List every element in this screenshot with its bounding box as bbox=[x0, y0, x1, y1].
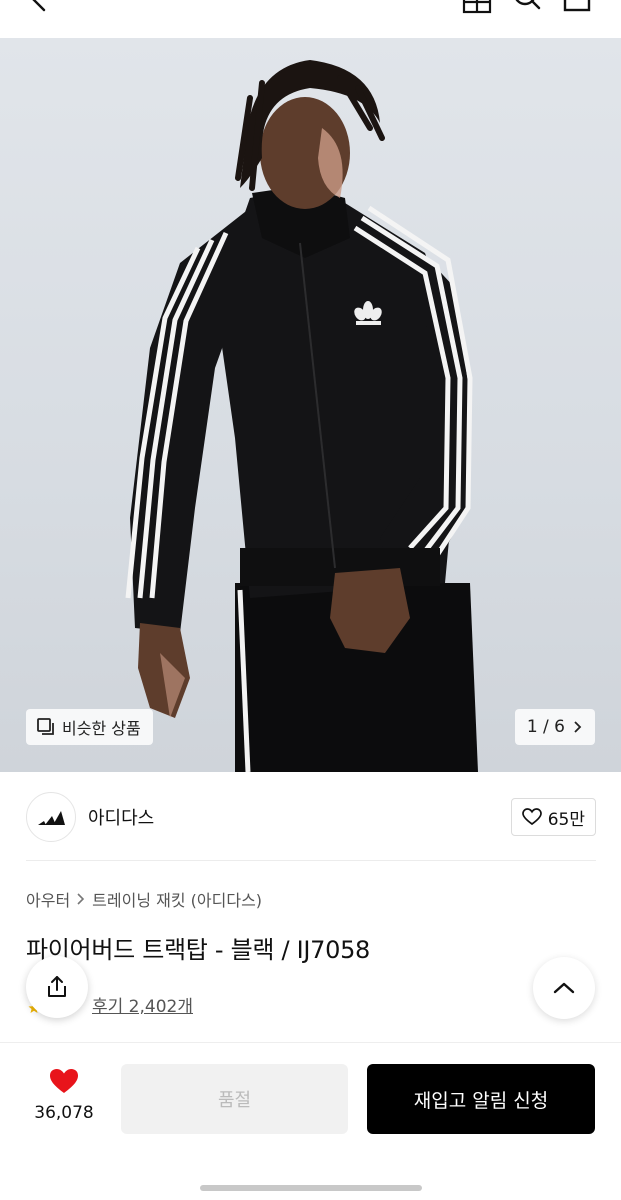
breadcrumb-category[interactable]: 아우터 bbox=[26, 887, 70, 911]
breadcrumb: 아우터 트레이닝 재킷 (아디다스) bbox=[26, 887, 262, 911]
brand-row: 아디다스 65만 bbox=[26, 792, 596, 842]
restock-alert-button[interactable]: 재입고 알림 신청 bbox=[367, 1064, 595, 1134]
product-photo bbox=[125, 60, 478, 772]
divider bbox=[26, 860, 596, 861]
chevron-right-icon bbox=[574, 721, 582, 733]
similar-products-button[interactable]: 비슷한 상품 bbox=[26, 709, 153, 745]
breadcrumb-subcategory[interactable]: 트레이닝 재킷 (아디다스) bbox=[92, 887, 262, 911]
share-icon bbox=[48, 976, 66, 997]
pager-text: 1 / 6 bbox=[526, 717, 565, 737]
bag-icon[interactable] bbox=[561, 0, 593, 14]
top-bar bbox=[0, 0, 621, 38]
brand-name[interactable]: 아디다스 bbox=[88, 804, 154, 830]
review-link[interactable]: 후기 2,402개 bbox=[92, 992, 193, 1017]
brand-logo[interactable] bbox=[26, 792, 76, 842]
chevron-left-icon[interactable] bbox=[26, 0, 54, 14]
wishlist-button[interactable]: 36,078 bbox=[26, 1067, 102, 1123]
heart-outline-icon bbox=[521, 808, 542, 826]
brand-like-count: 65만 bbox=[547, 809, 585, 830]
image-pager[interactable]: 1 / 6 bbox=[514, 709, 595, 745]
search-icon[interactable] bbox=[511, 0, 543, 14]
home-indicator bbox=[200, 1185, 422, 1191]
store-icon[interactable] bbox=[461, 0, 493, 14]
brand-like-button[interactable]: 65만 bbox=[510, 798, 596, 836]
scroll-top-button[interactable] bbox=[533, 957, 595, 1019]
share-button[interactable] bbox=[26, 956, 88, 1018]
chevron-up-icon bbox=[553, 982, 575, 994]
product-image-gallery[interactable]: 비슷한 상품 1 / 6 bbox=[0, 38, 621, 772]
heart-filled-icon bbox=[50, 1069, 78, 1093]
bottom-action-bar: 36,078 품절 재입고 알림 신청 bbox=[0, 1042, 621, 1200]
chevron-right-icon bbox=[77, 893, 85, 905]
similar-icon bbox=[37, 718, 54, 735]
adidas-logo-icon bbox=[38, 811, 65, 825]
top-actions bbox=[461, 0, 593, 14]
product-title: 파이어버드 트랙탑 - 블랙 / IJ7058 bbox=[26, 936, 371, 964]
similar-products-label: 비슷한 상품 bbox=[62, 719, 141, 738]
wishlist-count: 36,078 bbox=[34, 1103, 94, 1123]
soldout-button: 품절 bbox=[121, 1064, 348, 1134]
